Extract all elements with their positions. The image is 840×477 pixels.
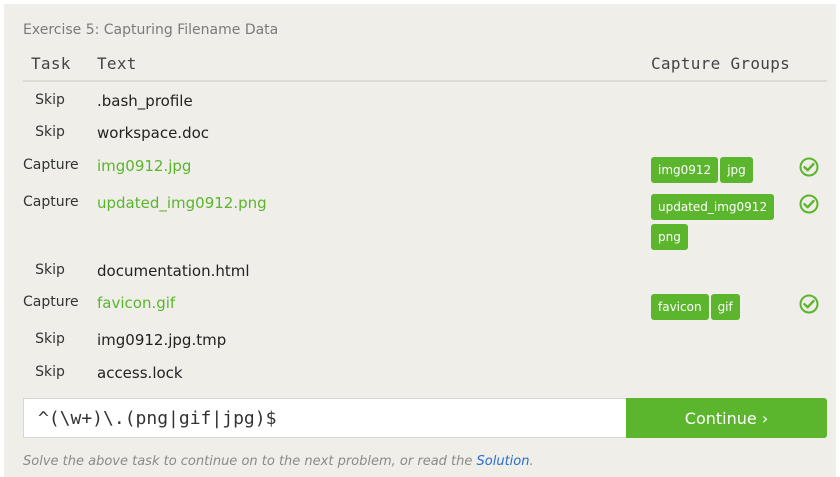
capture-groups: img0912 jpg (651, 157, 801, 187)
table-header: Task Text Capture Groups (23, 50, 827, 82)
task-label: Capture (23, 157, 79, 173)
row-text: .bash_profile (97, 92, 193, 110)
task-label: Capture (23, 194, 79, 210)
row-text: img0912.jpg.tmp (97, 331, 227, 349)
task-label: Capture (23, 294, 79, 310)
check-circle-icon (799, 294, 819, 314)
regex-input[interactable] (38, 406, 608, 430)
capture-group-tag: jpg (720, 157, 753, 183)
row-text: workspace.doc (97, 124, 210, 142)
task-label: Skip (35, 364, 65, 380)
capture-group-tag: updated_img0912 (651, 194, 775, 220)
row-text: updated_img0912.png (97, 194, 267, 212)
exercise-panel: Exercise 5: Capturing Filename Data Task… (4, 4, 836, 477)
header-text: Text (97, 54, 137, 73)
capture-group-tag: gif (710, 294, 740, 320)
header-task: Task (31, 54, 71, 73)
task-label: Skip (35, 331, 65, 347)
task-label: Skip (35, 262, 65, 278)
check-circle-icon (799, 194, 819, 214)
row-text: documentation.html (97, 262, 250, 280)
footer-hint: Solve the above task to continue on to t… (23, 454, 534, 469)
continue-button[interactable]: Continue › (626, 398, 827, 438)
capture-group-tag: favicon (651, 294, 709, 320)
capture-group-tag: img0912 (651, 157, 719, 183)
check-circle-icon (799, 157, 819, 177)
row-text: favicon.gif (97, 294, 176, 312)
task-label: Skip (35, 124, 65, 140)
task-label: Skip (35, 92, 65, 108)
solution-link[interactable]: Solution (477, 454, 530, 469)
exercise-title: Exercise 5: Capturing Filename Data (23, 22, 279, 38)
footer-text: Solve the above task to continue on to t… (23, 454, 477, 469)
capture-groups: favicon gif (651, 294, 801, 324)
regex-answer-box (23, 398, 627, 438)
row-text: img0912.jpg (97, 157, 192, 175)
capture-groups: updated_img0912png (651, 194, 801, 254)
row-text: access.lock (97, 364, 183, 382)
capture-group-tag: png (651, 224, 688, 250)
header-capture-groups: Capture Groups (651, 54, 791, 73)
footer-suffix: . (529, 454, 534, 469)
